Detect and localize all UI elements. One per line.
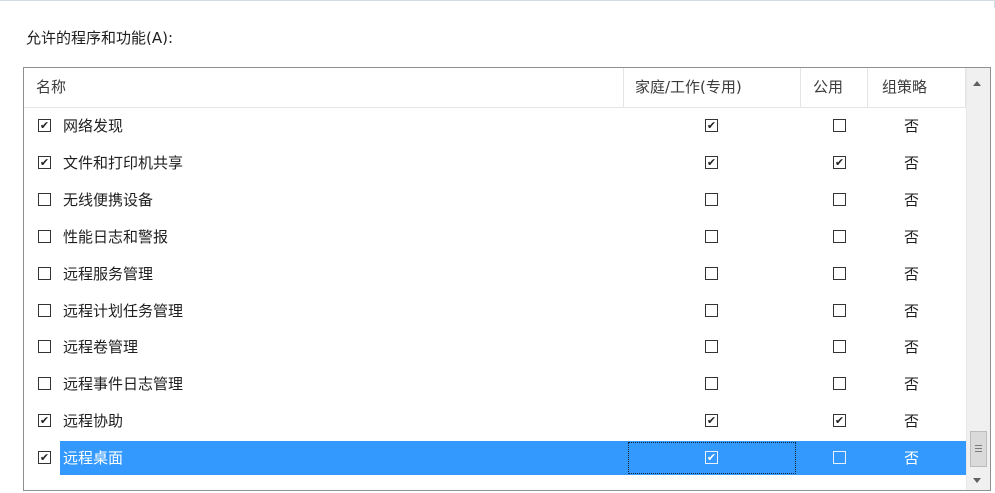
private-checkbox[interactable]	[705, 267, 718, 280]
checkmark-icon: ✔	[39, 119, 50, 132]
public-checkbox[interactable]	[833, 304, 846, 317]
rule-name: 远程桌面	[63, 449, 124, 467]
group-policy-value: 否	[904, 191, 920, 209]
table-row[interactable]: 远程事件日志管理 否	[24, 366, 966, 402]
column-divider[interactable]	[867, 68, 868, 107]
enable-checkbox[interactable]	[38, 267, 51, 280]
group-policy-value: 否	[904, 302, 920, 320]
rule-name: 远程协助	[63, 412, 124, 430]
scroll-thumb-grip-icon	[975, 445, 982, 446]
table-row[interactable]: 远程计划任务管理 否	[24, 293, 966, 329]
private-checkbox[interactable]: ✔	[705, 119, 718, 132]
private-checkbox[interactable]	[705, 193, 718, 206]
enable-checkbox[interactable]	[38, 304, 51, 317]
arrow-down-icon[interactable]	[973, 478, 981, 483]
column-header-name[interactable]: 名称	[36, 68, 66, 107]
scroll-thumb-grip-icon	[975, 451, 982, 452]
public-checkbox[interactable]	[833, 119, 846, 132]
rule-name: 文件和打印机共享	[63, 154, 184, 172]
table-row[interactable]: ✔ 远程桌面 ✔ 否	[24, 440, 966, 476]
rule-name: 远程服务管理	[63, 265, 154, 283]
table-row[interactable]: 远程卷管理 否	[24, 329, 966, 365]
checkmark-icon: ✔	[834, 156, 845, 169]
enable-checkbox[interactable]	[38, 340, 51, 353]
checkmark-icon: ✔	[706, 414, 717, 427]
table-row[interactable]: ✔ 网络发现 ✔ 否	[24, 108, 966, 144]
private-checkbox[interactable]: ✔	[705, 451, 718, 464]
window-frame	[0, 0, 995, 8]
scroll-thumb[interactable]	[970, 431, 987, 467]
private-checkbox[interactable]	[705, 230, 718, 243]
rule-name: 远程事件日志管理	[63, 375, 184, 393]
checkmark-icon: ✔	[706, 119, 717, 132]
column-divider[interactable]	[623, 68, 624, 107]
enable-checkbox[interactable]	[38, 230, 51, 243]
vertical-scrollbar[interactable]	[966, 68, 990, 490]
column-header-private[interactable]: 家庭/工作(专用)	[635, 68, 742, 107]
private-checkbox[interactable]: ✔	[705, 414, 718, 427]
checkmark-icon: ✔	[39, 156, 50, 169]
public-checkbox[interactable]	[833, 267, 846, 280]
group-policy-value: 否	[904, 228, 920, 246]
selection-highlight	[60, 441, 966, 475]
table-row[interactable]: ✔ 文件和打印机共享 ✔ ✔ 否	[24, 145, 966, 181]
private-checkbox[interactable]: ✔	[705, 156, 718, 169]
enable-checkbox[interactable]: ✔	[38, 119, 51, 132]
public-checkbox[interactable]	[833, 230, 846, 243]
rule-name: 网络发现	[63, 117, 124, 135]
public-checkbox[interactable]: ✔	[833, 156, 846, 169]
group-policy-value: 否	[904, 375, 920, 393]
checkmark-icon: ✔	[39, 451, 50, 464]
arrow-up-icon[interactable]	[973, 81, 981, 86]
private-checkbox[interactable]	[705, 377, 718, 390]
group-policy-value: 否	[904, 117, 920, 135]
table-row[interactable]: 性能日志和警报 否	[24, 219, 966, 255]
checkmark-icon: ✔	[706, 156, 717, 169]
column-header-public[interactable]: 公用	[813, 68, 843, 107]
enable-checkbox[interactable]	[38, 377, 51, 390]
group-policy-value: 否	[904, 449, 920, 467]
checkmark-icon: ✔	[834, 414, 845, 427]
rule-name: 无线便携设备	[63, 191, 154, 209]
enable-checkbox[interactable]: ✔	[38, 451, 51, 464]
private-checkbox[interactable]	[705, 304, 718, 317]
public-checkbox[interactable]	[833, 193, 846, 206]
column-divider[interactable]	[800, 68, 801, 107]
table-row[interactable]: 无线便携设备 否	[24, 182, 966, 218]
rule-name: 远程计划任务管理	[63, 302, 184, 320]
scroll-thumb-grip-icon	[975, 448, 982, 449]
table-row[interactable]: ✔ 远程协助 ✔ ✔ 否	[24, 403, 966, 439]
allowed-apps-label: 允许的程序和功能(A):	[26, 29, 174, 47]
public-checkbox[interactable]: ✔	[833, 414, 846, 427]
allowed-apps-list[interactable]: 名称 家庭/工作(专用) 公用 组策略 ✔ 网络发现 ✔ 否 ✔ 文件和打印机共享 ✔ ✔ 否无…	[23, 67, 991, 491]
checkmark-icon: ✔	[706, 451, 717, 464]
column-header-group-policy[interactable]: 组策略	[882, 68, 927, 107]
group-policy-value: 否	[904, 338, 920, 356]
group-policy-value: 否	[904, 154, 920, 172]
list-header: 名称 家庭/工作(专用) 公用 组策略	[24, 68, 966, 108]
rule-name: 性能日志和警报	[63, 228, 169, 246]
group-policy-value: 否	[904, 412, 920, 430]
public-checkbox[interactable]	[833, 377, 846, 390]
enable-checkbox[interactable]: ✔	[38, 156, 51, 169]
table-row[interactable]: 远程服务管理 否	[24, 256, 966, 292]
rule-name: 远程卷管理	[63, 338, 139, 356]
public-checkbox[interactable]	[833, 340, 846, 353]
group-policy-value: 否	[904, 265, 920, 283]
checkmark-icon: ✔	[39, 414, 50, 427]
enable-checkbox[interactable]: ✔	[38, 414, 51, 427]
public-checkbox[interactable]	[833, 451, 846, 464]
private-checkbox[interactable]	[705, 340, 718, 353]
enable-checkbox[interactable]	[38, 193, 51, 206]
